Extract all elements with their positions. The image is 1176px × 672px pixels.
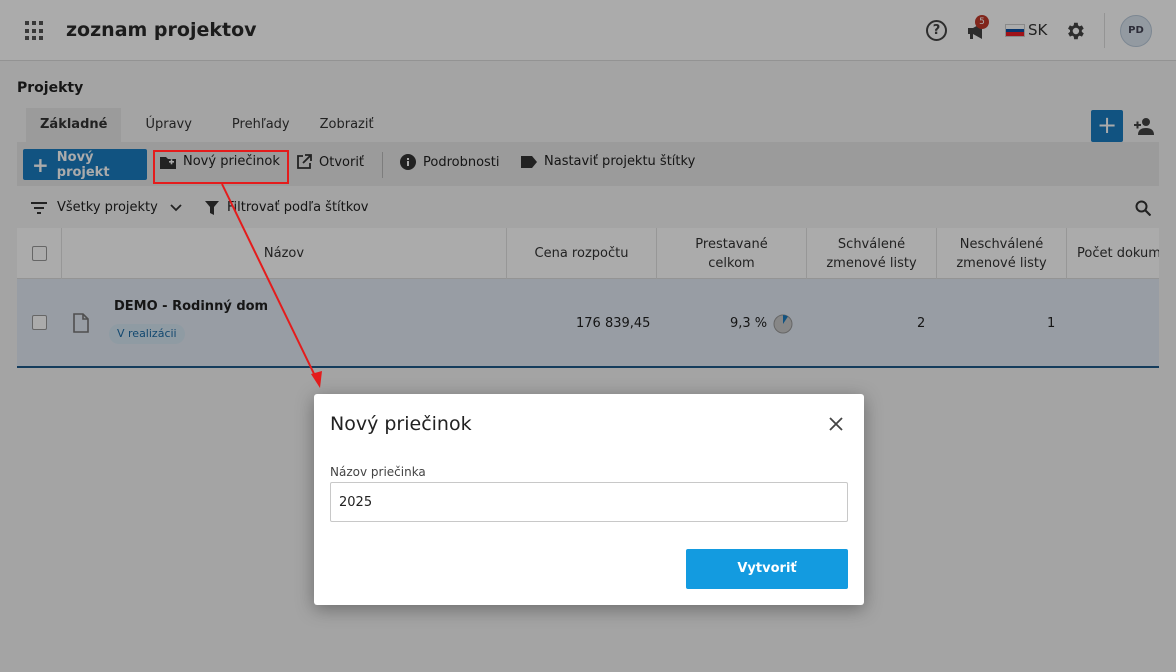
annotation-highlight-box bbox=[153, 150, 289, 184]
folder-name-input[interactable] bbox=[330, 482, 848, 522]
create-button[interactable]: Vytvoriť bbox=[686, 549, 848, 589]
folder-name-label: Názov priečinka bbox=[330, 465, 426, 479]
close-icon[interactable] bbox=[827, 415, 845, 433]
new-folder-dialog: Nový priečinok Názov priečinka Vytvoriť bbox=[314, 394, 864, 605]
dialog-title: Nový priečinok bbox=[330, 413, 472, 435]
app-window: zoznam projektov ? 5 SK PD Projekty Zákl… bbox=[0, 0, 1176, 672]
